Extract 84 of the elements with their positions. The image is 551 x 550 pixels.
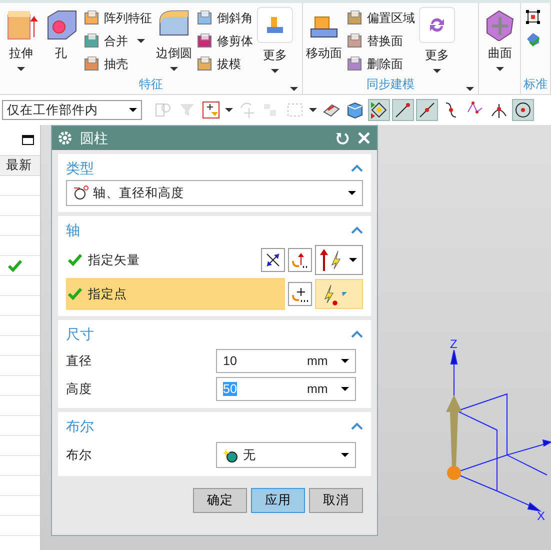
mid-point-icon xyxy=(417,100,437,120)
collapse-icon[interactable] xyxy=(351,225,363,235)
group-label: 同步建模 xyxy=(366,76,414,93)
collapse-icon[interactable] xyxy=(351,329,363,339)
section-title: 尺寸 xyxy=(66,324,94,344)
frame-icon[interactable] xyxy=(524,8,542,26)
mid-point-button[interactable] xyxy=(416,99,438,121)
reverse-direction-button[interactable] xyxy=(261,248,285,272)
section-title: 布尔 xyxy=(66,416,94,436)
tool-label[interactable]: 孔 xyxy=(55,44,67,62)
tool-label[interactable]: 移动面 xyxy=(306,44,342,62)
section-title: 轴 xyxy=(66,220,80,240)
dialog-button[interactable]: 取消 xyxy=(309,488,363,513)
end-point-button[interactable] xyxy=(392,99,414,121)
origin-point xyxy=(447,466,461,480)
tool-label[interactable]: 倒斜角 xyxy=(217,9,253,27)
dropdown-button[interactable] xyxy=(224,108,234,112)
section-title: 类型 xyxy=(66,158,94,178)
tool-label[interactable]: 偏置区域 xyxy=(367,9,415,27)
end-point-icon xyxy=(393,100,413,120)
reset-icon[interactable] xyxy=(335,131,349,145)
row-label: 指定矢量 xyxy=(88,252,140,269)
settings-icon[interactable] xyxy=(58,131,72,145)
number-field[interactable]: 10 mm xyxy=(216,349,356,373)
center-point-icon xyxy=(513,100,533,120)
diagonal-arrows-icon xyxy=(264,251,282,269)
collapse-icon[interactable] xyxy=(351,163,363,173)
number-field[interactable]: 50 mm xyxy=(216,377,356,401)
axis-label: X xyxy=(537,509,546,523)
lightning-point-icon xyxy=(323,282,339,306)
selection-row[interactable]: 指定点 xyxy=(66,278,285,310)
tool-label[interactable]: 删除面 xyxy=(367,55,403,73)
tool-label[interactable]: 抽壳 xyxy=(104,55,128,73)
box-icon[interactable] xyxy=(346,33,364,49)
box-icon[interactable] xyxy=(83,56,101,72)
dropdown-button[interactable] xyxy=(308,108,318,112)
close-icon[interactable] xyxy=(357,131,371,145)
tool-label[interactable]: 更多 xyxy=(263,46,287,64)
axis-label: Z xyxy=(450,337,458,351)
box-icon[interactable] xyxy=(346,56,364,72)
dialog-options-button[interactable] xyxy=(288,282,312,306)
dialog-button[interactable]: 确定 xyxy=(193,488,247,513)
center-point-button[interactable] xyxy=(512,99,534,121)
boolean-none-icon xyxy=(223,447,239,463)
tool-label[interactable]: 边倒圆 xyxy=(156,44,192,62)
field-value[interactable]: 10 xyxy=(223,354,237,368)
unit-label: mm xyxy=(307,380,328,398)
tool-label[interactable]: 合并 xyxy=(104,32,128,50)
more-button[interactable] xyxy=(257,7,293,43)
field-label: 布尔 xyxy=(66,446,93,464)
snap-points-icon xyxy=(369,100,389,120)
dialog-title: 圆柱 xyxy=(80,128,109,148)
inferred-type-dropdown[interactable] xyxy=(315,279,363,309)
maximize-icon[interactable] xyxy=(22,135,34,145)
tool-label[interactable]: 替换面 xyxy=(367,32,403,50)
box-icon[interactable] xyxy=(196,56,214,72)
tool-label[interactable]: 拉伸 xyxy=(9,44,33,62)
collapse-icon[interactable] xyxy=(351,421,363,431)
tool-label[interactable]: 更多 xyxy=(425,46,449,64)
field-label: 高度 xyxy=(66,380,93,398)
more-button[interactable] xyxy=(419,7,455,43)
type-dropdown[interactable]: 轴、直径和高度 xyxy=(66,180,363,206)
box-icon[interactable] xyxy=(346,10,364,26)
select-filter-icon xyxy=(201,100,221,120)
tool-label[interactable]: 拔模 xyxy=(217,55,241,73)
vector-dialog-icon xyxy=(291,251,309,269)
field-label: 直径 xyxy=(66,352,93,370)
tool-label[interactable]: 曲面 xyxy=(488,44,512,62)
box-icon[interactable] xyxy=(196,10,214,26)
selection-row[interactable]: 指定矢量 xyxy=(66,244,258,276)
scope-dropdown[interactable]: 仅在工作部件内 xyxy=(2,100,142,120)
row-label: 指定点 xyxy=(88,286,127,303)
tool-label[interactable]: 阵列特征 xyxy=(104,9,152,27)
select-filter-button[interactable] xyxy=(200,99,222,121)
snap-points-button[interactable] xyxy=(368,99,390,121)
tool-label[interactable]: 修剪体 xyxy=(217,32,253,50)
inferred-type-dropdown[interactable] xyxy=(315,245,363,275)
point-dialog-icon xyxy=(291,285,309,303)
unit-label: mm xyxy=(307,352,328,370)
boolean-dropdown[interactable]: 无 xyxy=(216,442,356,468)
group-label: 特征 xyxy=(139,76,163,93)
dialog-button[interactable]: 应用 xyxy=(251,488,305,513)
cylinder-type-icon xyxy=(73,185,89,201)
group-label: 标准 xyxy=(524,76,548,93)
